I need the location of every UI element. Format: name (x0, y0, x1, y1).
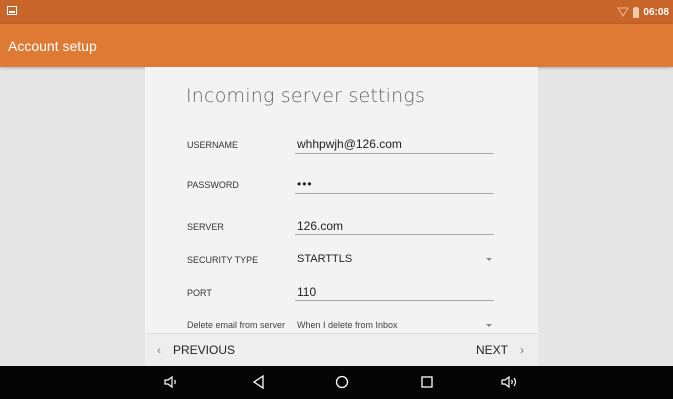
delete-policy-label: Delete email from server (187, 320, 286, 330)
port-label: PORT (187, 288, 212, 298)
home-icon[interactable] (334, 374, 350, 390)
previous-button[interactable]: ‹ PREVIOUS (157, 343, 235, 357)
wifi-icon (617, 7, 630, 17)
server-underline (295, 234, 494, 235)
status-icons: 06:08 (617, 4, 669, 20)
page-title: Incoming server settings (186, 85, 426, 107)
username-field[interactable]: whhpwjh@126.com (297, 137, 402, 151)
delete-policy-select[interactable]: When I delete from Inbox (297, 320, 398, 330)
status-time: 06:08 (643, 6, 669, 18)
port-field[interactable]: 110 (297, 285, 316, 299)
previous-label: PREVIOUS (173, 343, 236, 357)
chevron-right-icon: › (520, 343, 524, 357)
settings-panel: Incoming server settings USERNAME whhpwj… (145, 67, 538, 333)
status-bar: 06:08 (0, 0, 673, 24)
recents-icon[interactable] (419, 374, 435, 390)
security-type-label: SECURITY TYPE (187, 255, 259, 265)
password-underline (295, 193, 494, 194)
next-label: NEXT (475, 343, 508, 357)
battery-icon (633, 6, 640, 18)
port-underline (295, 300, 494, 301)
username-underline (295, 153, 494, 154)
password-label: PASSWORD (187, 180, 239, 190)
action-bar: Account setup (0, 24, 673, 67)
setup-footer: ‹ PREVIOUS NEXT › (145, 333, 538, 367)
chevron-down-icon[interactable] (486, 324, 492, 327)
system-nav-bar (0, 366, 673, 399)
server-field[interactable]: 126.com (297, 219, 343, 233)
chevron-down-icon[interactable] (486, 258, 492, 261)
notification-icon (7, 6, 17, 15)
volume-down-icon[interactable] (163, 374, 179, 390)
username-label: USERNAME (187, 140, 239, 150)
actionbar-title: Account setup (8, 38, 97, 54)
volume-up-icon[interactable] (500, 374, 520, 390)
back-icon[interactable] (252, 374, 266, 390)
next-button[interactable]: NEXT › (476, 343, 524, 357)
security-type-select[interactable]: STARTTLS (297, 253, 352, 265)
server-label: SERVER (187, 222, 224, 232)
password-field[interactable]: ••• (297, 177, 313, 191)
chevron-left-icon: ‹ (157, 343, 161, 357)
